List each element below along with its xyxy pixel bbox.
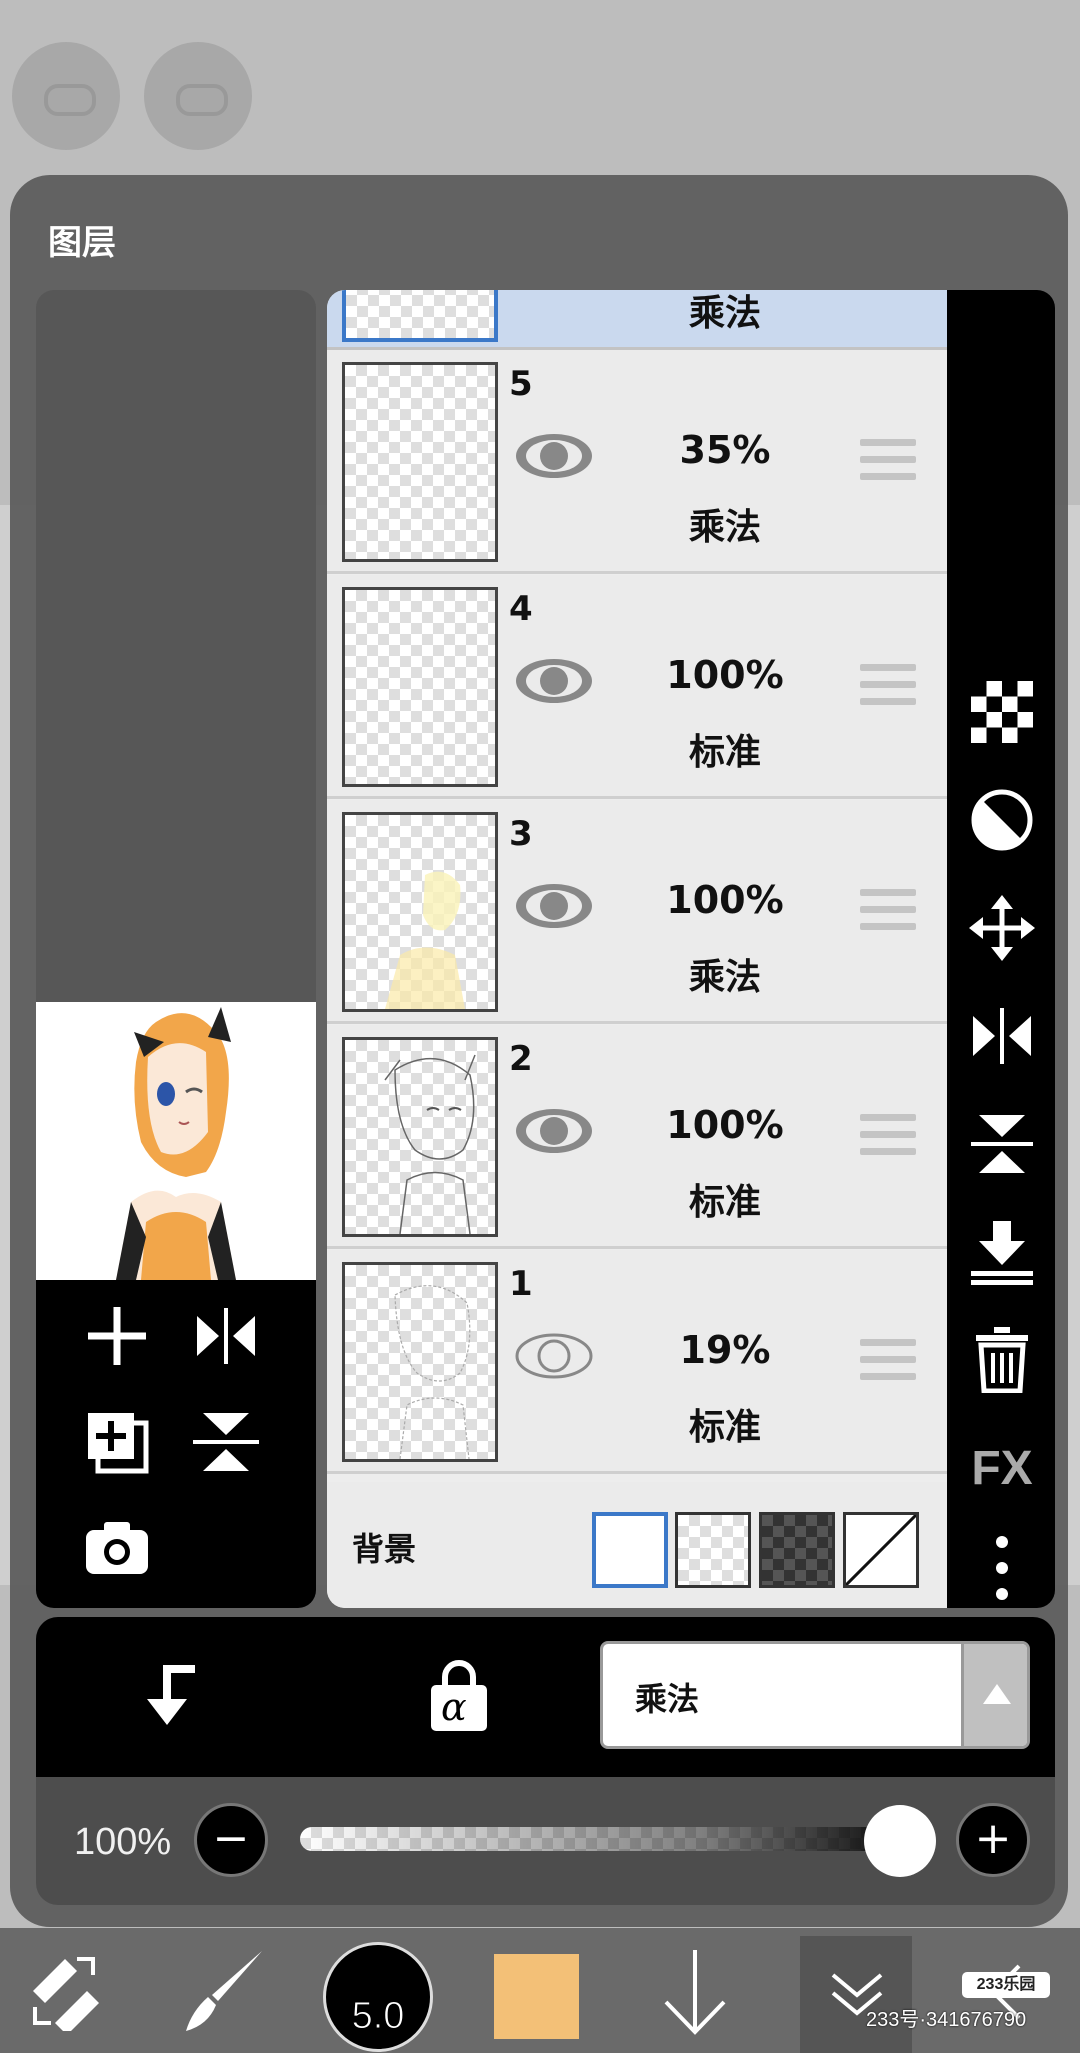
main-toolbar: 5.0 (0, 1928, 1080, 2053)
brush-icon[interactable] (172, 1928, 272, 2053)
drag-handle-icon[interactable] (860, 1114, 916, 1162)
layer-opacity: 100% (666, 653, 784, 697)
layer-opacity: 100% (666, 1103, 784, 1147)
add-layer-icon[interactable] (77, 1296, 157, 1376)
layer-number: 3 (509, 814, 533, 854)
background-checker-option[interactable] (675, 1512, 751, 1588)
layer-opacity: 19% (679, 1328, 771, 1372)
layer-thumbnail (342, 1037, 498, 1237)
layer-row-5[interactable]: 5 35% 乘法 (327, 350, 947, 574)
opacity-bar: 100% − + (36, 1777, 1055, 1905)
drag-handle-icon[interactable] (860, 664, 916, 712)
duplicate-layer-icon[interactable] (77, 1402, 157, 1482)
layer-blend-mode: 标准 (688, 732, 761, 773)
blend-mode-arrow-icon[interactable] (961, 1644, 1027, 1746)
layer-opacity: 100% (666, 878, 784, 922)
layer-row-1[interactable]: 1 19% 标准 (327, 1250, 947, 1474)
layer-row-4[interactable]: 4 100% 标准 (327, 575, 947, 799)
layer-row-3[interactable]: 3 100% 乘法 (327, 800, 947, 1024)
checker-icon[interactable] (967, 677, 1037, 747)
layer-action-bar: α 乘法 (36, 1617, 1055, 1777)
drag-handle-icon[interactable] (860, 889, 916, 937)
layer-blend-mode: 乘法 (688, 507, 761, 548)
alpha-symbol: α (441, 1685, 467, 1729)
canvas-preview-panel (36, 290, 316, 1608)
background-label: 背景 (352, 1530, 417, 1568)
canvas-preview-image[interactable] (36, 1002, 316, 1280)
layer-row-2[interactable]: 2 100% 标准 (327, 1025, 947, 1249)
flip-horizontal-icon[interactable] (186, 1296, 266, 1376)
background-row: 背景 (327, 1482, 947, 1608)
color-icon[interactable] (494, 1954, 579, 2039)
watermark-logo: 233乐园 (962, 1972, 1050, 1998)
layer-thumbnail (342, 290, 498, 342)
camera-icon[interactable] (77, 1508, 157, 1588)
layer-blend-mode: 乘法 (688, 957, 761, 998)
redo-button[interactable] (144, 42, 252, 150)
eye-outline-icon[interactable] (514, 1330, 594, 1382)
blend-mode-value: 乘法 (635, 1680, 700, 1718)
blend-mode-select[interactable]: 乘法 (600, 1641, 1030, 1749)
layer-thumbnail (342, 587, 498, 787)
drag-handle-icon[interactable] (860, 1339, 916, 1387)
invert-icon[interactable] (967, 785, 1037, 855)
opacity-value: 100% (74, 1821, 172, 1863)
layer-dialog: 图层 乘法 5 35% 乘法 4 100% 标准 3 100% 乘法 2 100… (10, 175, 1068, 1927)
layer-opacity: 35% (679, 428, 771, 472)
eye-icon[interactable] (514, 430, 594, 482)
brush-size-icon[interactable]: 5.0 (323, 1942, 433, 2052)
dialog-title: 图层 (48, 223, 116, 263)
layer-thumbnail (342, 812, 498, 1012)
background-dark-checker-option[interactable] (759, 1512, 835, 1588)
more-icon[interactable] (967, 1533, 1037, 1603)
layer-row-selected[interactable]: 乘法 (327, 290, 947, 350)
opacity-minus-button[interactable]: − (194, 1803, 268, 1877)
layer-list: 乘法 5 35% 乘法 4 100% 标准 3 100% 乘法 2 100% 标… (327, 290, 947, 1608)
undo-button[interactable] (12, 42, 120, 150)
layer-number: 2 (509, 1039, 533, 1079)
eye-icon[interactable] (514, 880, 594, 932)
preview-toolbar (36, 1280, 316, 1608)
watermark-id: 233号·341676790 (866, 2009, 1027, 2031)
fx-icon[interactable]: FX (967, 1433, 1037, 1503)
layer-blend-mode: 标准 (688, 1182, 761, 1223)
layer-number: 5 (509, 364, 533, 404)
flip-vertical-icon[interactable] (186, 1402, 266, 1482)
opacity-slider[interactable] (300, 1827, 920, 1851)
drag-handle-icon[interactable] (860, 439, 916, 487)
layer-side-toolbar: FX (947, 290, 1055, 1608)
background-none-option[interactable] (843, 1512, 919, 1588)
eye-icon[interactable] (514, 1105, 594, 1157)
background-white-option[interactable] (592, 1512, 668, 1588)
layer-thumbnail (342, 1262, 498, 1462)
flip-vertical-icon[interactable] (967, 1109, 1037, 1179)
alpha-lock-icon[interactable]: α (429, 1659, 489, 1731)
brush-size-value: 5.0 (351, 1995, 405, 2038)
layer-number: 4 (509, 589, 533, 629)
layer-blend-mode: 乘法 (688, 293, 761, 334)
move-icon[interactable] (967, 893, 1037, 963)
flip-horizontal-icon[interactable] (967, 1001, 1037, 1071)
layer-blend-mode: 标准 (688, 1407, 761, 1448)
merge-down-icon[interactable] (967, 1217, 1037, 1287)
trash-icon[interactable] (967, 1325, 1037, 1395)
eye-icon[interactable] (514, 655, 594, 707)
down-arrow-icon[interactable] (650, 1928, 740, 2053)
swap-tools-icon[interactable] (20, 1928, 110, 2053)
opacity-slider-knob[interactable] (864, 1805, 936, 1877)
layer-number: 1 (509, 1264, 533, 1304)
collapse-icon[interactable] (812, 1928, 902, 2053)
opacity-plus-button[interactable]: + (956, 1803, 1030, 1877)
layer-thumbnail (342, 362, 498, 562)
clip-arrow-icon[interactable] (141, 1663, 201, 1733)
